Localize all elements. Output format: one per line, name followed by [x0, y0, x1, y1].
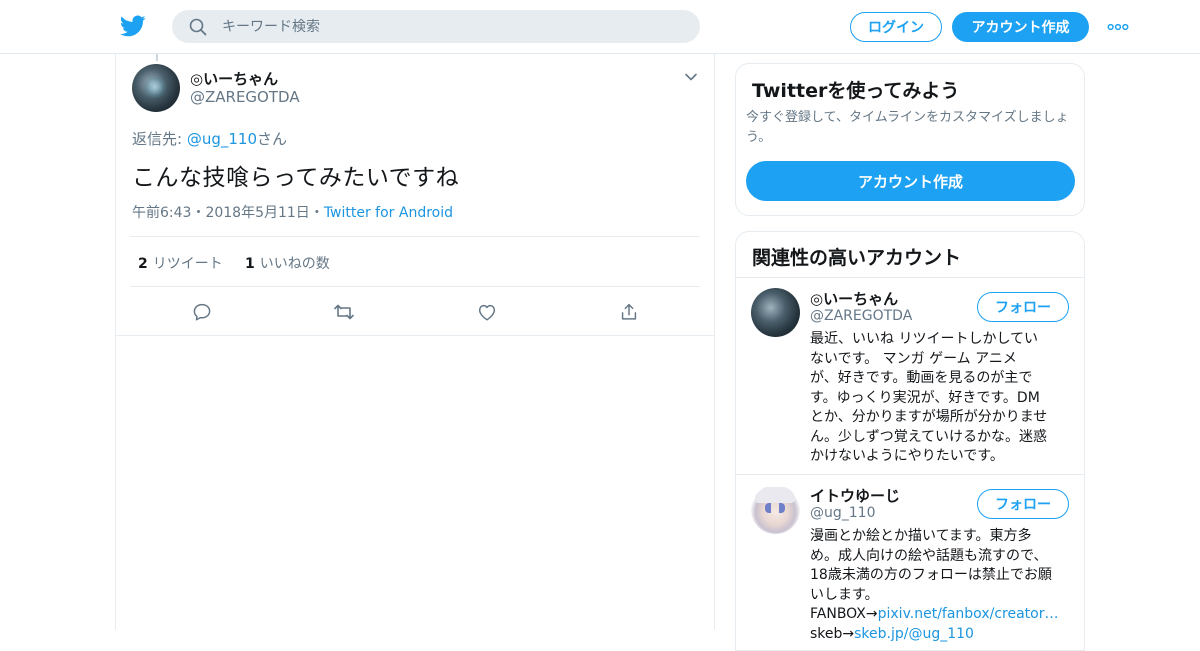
tweet-stats: 2 リツイート 1 いいねの数	[130, 236, 700, 287]
bio-line: 最近、いいね リツイートしかしてい	[810, 331, 1039, 347]
signup-card-title: Twitterを使ってみよう	[752, 80, 960, 102]
bio-fanbox-line: FANBOX→pixiv.net/fanbox/creator…	[810, 605, 1072, 625]
search-bar[interactable]	[172, 10, 700, 43]
more-options-icon[interactable]	[1106, 17, 1130, 37]
retweet-icon[interactable]	[332, 300, 356, 324]
bio-line: かけないようにやりたいです。	[810, 448, 1004, 464]
search-input[interactable]	[222, 10, 682, 43]
tweet-author-handle[interactable]: @ZAREGOTDA	[190, 88, 300, 106]
share-icon[interactable]	[617, 300, 641, 324]
bio-line: とか、分かりますが場所が分かりませ	[810, 409, 1048, 425]
like-stat-label: いいねの数	[259, 256, 330, 272]
signup-card-button[interactable]: アカウント作成	[746, 161, 1075, 201]
top-navigation-bar: ログイン アカウント作成	[0, 0, 1200, 54]
skeb-prefix: skeb→	[810, 625, 855, 642]
bio-line: 18歳未満の方のフォローは禁止でお願	[810, 567, 1052, 583]
reply-suffix: さん	[257, 130, 288, 148]
meta-separator: ・	[309, 205, 324, 221]
account-bio: 最近、いいね リツイートしかしてい ないです。 マンガ ゲーム アニメ が、好き…	[810, 330, 1072, 467]
divider	[736, 474, 1084, 475]
account-handle[interactable]: @ug_110	[810, 505, 875, 521]
retweet-stat-label: リツイート	[152, 256, 223, 272]
chevron-down-icon[interactable]	[683, 69, 699, 85]
skeb-link[interactable]: skeb.jp/@ug_110	[854, 626, 974, 642]
signup-button[interactable]: アカウント作成	[952, 12, 1089, 42]
follow-button[interactable]: フォロー	[977, 292, 1069, 322]
related-accounts-title: 関連性の高いアカウント	[752, 247, 962, 269]
bio-line: いします。	[810, 586, 879, 603]
account-handle[interactable]: @ZAREGOTDA	[810, 308, 912, 324]
avatar[interactable]	[751, 485, 800, 534]
tweet: ◎いーちゃん @ZAREGOTDA 返信先: @ug_110さん こんな技喰らっ…	[116, 54, 714, 336]
signup-card-description: 今すぐ登録して、タイムラインをカスタマイズしましょう。	[746, 110, 1069, 145]
reply-icon[interactable]	[190, 300, 214, 324]
search-icon	[189, 18, 207, 36]
fanbox-prefix: FANBOX→	[810, 606, 878, 622]
like-count: 1	[245, 256, 255, 272]
related-accounts-card: 関連性の高いアカウント ◎いーちゃん @ZAREGOTDA フォロー 最近、いい…	[735, 231, 1085, 651]
follow-button[interactable]: フォロー	[977, 489, 1069, 519]
bio-line: ん。少しずつ覚えていけるかな。迷惑	[810, 428, 1048, 445]
reply-mention-link[interactable]: @ug_110	[187, 130, 257, 148]
account-name[interactable]: ◎いーちゃん	[810, 288, 898, 309]
avatar[interactable]	[751, 288, 800, 337]
bio-skeb-line: skeb→skeb.jp/@ug_110	[810, 625, 1072, 645]
signup-promo-card: Twitterを使ってみよう 今すぐ登録して、タイムラインをカスタマイズしましょ…	[735, 63, 1085, 216]
account-bio: 漫画とか絵とか描いてます。東方多 め。成人向けの絵や話題も流すので、 18歳未満…	[810, 527, 1072, 644]
bio-line: ないです。 マンガ ゲーム アニメ	[810, 350, 1017, 367]
tweet-metadata: 午前6:43・2018年5月11日・Twitter for Android	[132, 202, 453, 222]
reply-context: 返信先: @ug_110さん	[132, 128, 287, 149]
retweet-count: 2	[138, 256, 148, 272]
like-heart-icon[interactable]	[475, 300, 499, 324]
login-button[interactable]: ログイン	[850, 12, 942, 42]
bio-line: め。成人向けの絵や話題も流すので、	[810, 547, 1048, 564]
tweet-author-name[interactable]: ◎いーちゃん	[190, 68, 278, 89]
avatar[interactable]	[132, 64, 180, 112]
reply-prefix: 返信先:	[132, 130, 187, 148]
like-stat[interactable]: 1 いいねの数	[245, 253, 330, 273]
fanbox-link[interactable]: pixiv.net/fanbox/creator…	[878, 606, 1059, 622]
tweet-source-link[interactable]: Twitter for Android	[324, 205, 453, 221]
tweet-text: こんな技喰らってみたいですね	[132, 165, 460, 191]
tweet-column: ◎いーちゃん @ZAREGOTDA 返信先: @ug_110さん こんな技喰らっ…	[115, 54, 715, 630]
twitter-logo-icon[interactable]	[120, 13, 146, 39]
bio-line: 漫画とか絵とか描いてます。東方多	[810, 528, 1032, 544]
meta-separator: ・	[191, 205, 206, 221]
divider	[736, 277, 1084, 278]
retweet-stat[interactable]: 2 リツイート	[138, 253, 223, 273]
bio-line: が、好きです。動画を見るのが主で	[810, 370, 1033, 386]
account-name[interactable]: イトウゆーじ	[810, 485, 900, 506]
tweet-actions	[116, 290, 714, 334]
tweet-date[interactable]: 2018年5月11日	[205, 205, 309, 221]
tweet-time[interactable]: 午前6:43	[132, 205, 191, 221]
bio-line: す。ゆっくり実況が、好きです。DM	[810, 389, 1040, 406]
